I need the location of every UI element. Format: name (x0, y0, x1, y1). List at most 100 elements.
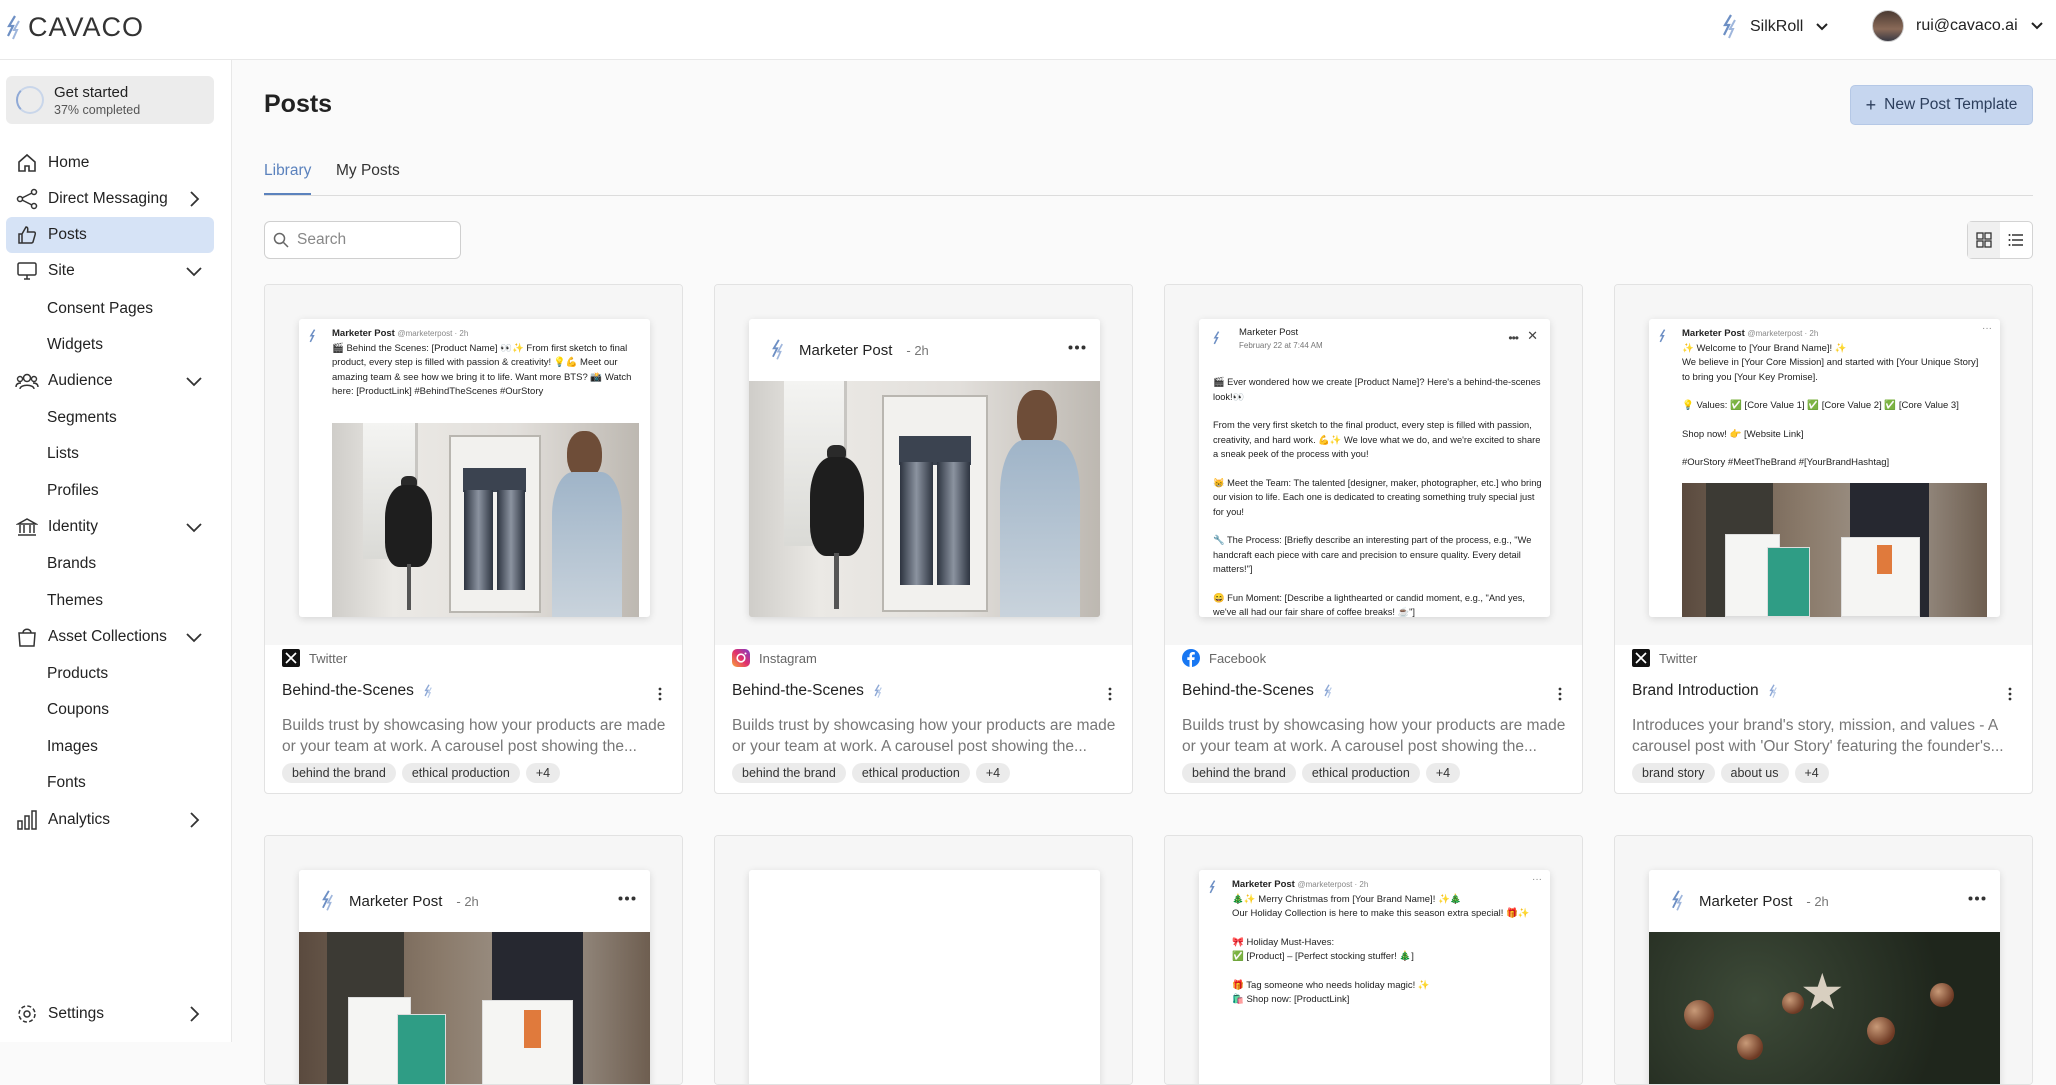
close-icon: ✕ (1527, 328, 1538, 343)
x-twitter-icon (282, 649, 300, 667)
sidebar-item-posts[interactable]: Posts (6, 217, 214, 253)
more-horizontal-icon (1968, 896, 1986, 901)
post-card[interactable] (714, 835, 1133, 1085)
tweet-line: Our Holiday Collection is here to make t… (1232, 908, 1530, 919)
new-post-template-button[interactable]: + New Post Template (1850, 85, 2033, 125)
grid-view-button[interactable] (1968, 222, 2000, 258)
post-card[interactable]: ··· Marketer Post @marketerpost · 2h ✨ W… (1614, 284, 2033, 794)
post-card[interactable]: Marketer Post - 2h ★ (1614, 835, 2033, 1085)
tag-more[interactable]: +4 (975, 763, 1011, 783)
cavaco-logo-icon (7, 14, 20, 39)
post-author: Marketer Post (349, 892, 443, 910)
search-icon (273, 232, 289, 248)
shopping-photo (1682, 483, 1987, 617)
sidebar-item-label: Asset Collections (48, 628, 167, 645)
get-started-widget[interactable]: Get started 37% completed (6, 76, 214, 124)
tweet-line: We believe in [Your Core Mission] and st… (1682, 357, 1979, 383)
get-started-title: Get started (54, 84, 129, 101)
chevron-right-icon (190, 812, 200, 828)
sidebar-item-themes[interactable]: Themes (47, 592, 103, 610)
sidebar-item-label: Site (48, 262, 75, 279)
brand-logo-icon (1672, 890, 1683, 911)
sidebar-item-audience[interactable]: Audience (6, 363, 214, 399)
tab-library[interactable]: Library (264, 162, 312, 195)
post-card[interactable]: Marketer Post February 22 at 7:44 AM •••… (1164, 284, 1583, 794)
chevron-down-icon (186, 267, 202, 277)
gear-icon (6, 1003, 48, 1025)
tag[interactable]: ethical production (851, 763, 970, 783)
more-vertical-icon[interactable] (658, 687, 662, 701)
sidebar-item-brands[interactable]: Brands (47, 555, 96, 573)
sidebar-item-settings[interactable]: Settings (6, 996, 214, 1032)
brand-logo-icon (874, 683, 882, 698)
tab-bar: Library My Posts (264, 160, 2033, 196)
view-toggle (1967, 221, 2033, 259)
tab-my-posts[interactable]: My Posts (336, 162, 400, 180)
instagram-icon (732, 649, 750, 667)
post-card[interactable]: Marketer Post @marketerpost · 2h 🎬 Behin… (264, 284, 683, 794)
sidebar-item-consent-pages[interactable]: Consent Pages (47, 300, 153, 318)
post-preview: Marketer Post - 2h ★ (1615, 836, 2032, 1084)
tweet-line: 🛍️ Shop now: [ProductLink] (1232, 994, 1350, 1005)
sidebar-item-label: Identity (48, 518, 98, 535)
sidebar-item-asset-collections[interactable]: Asset Collections (6, 619, 214, 655)
tag-list: behind the brand ethical production +4 (282, 763, 561, 783)
brand-logo-icon (322, 890, 333, 911)
sidebar-item-direct-messaging[interactable]: Direct Messaging (6, 181, 214, 217)
page-title: Posts (264, 90, 333, 118)
tweet-line: 💡 Values: ✅ [Core Value 1] ✅ [Core Value… (1682, 400, 1959, 411)
more-horizontal-icon: ••• (1508, 331, 1519, 345)
tag[interactable]: behind the brand (282, 763, 396, 783)
brand-logo-icon (424, 683, 432, 698)
tag[interactable]: about us (1720, 763, 1789, 783)
sidebar-item-profiles[interactable]: Profiles (47, 482, 99, 500)
more-vertical-icon[interactable] (1558, 687, 1562, 701)
tag[interactable]: behind the brand (732, 763, 846, 783)
plus-icon: + (1865, 95, 1877, 115)
sidebar-item-segments[interactable]: Segments (47, 409, 117, 427)
post-author: Marketer Post (799, 341, 893, 359)
brand-logo-icon (1209, 880, 1219, 901)
logo[interactable]: CAVACO (6, 12, 144, 43)
search-input[interactable] (297, 231, 447, 249)
post-card[interactable]: Marketer Post - 2h (264, 835, 683, 1085)
post-card[interactable]: Marketer Post - 2h Instagram Behind-the-… (714, 284, 1133, 794)
tag[interactable]: ethical production (401, 763, 520, 783)
tag[interactable]: brand story (1632, 763, 1715, 783)
sidebar-item-analytics[interactable]: Analytics (6, 802, 214, 838)
more-horizontal-icon (1068, 345, 1086, 350)
sidebar-item-images[interactable]: Images (47, 738, 98, 756)
sidebar-item-fonts[interactable]: Fonts (47, 774, 86, 792)
sidebar-item-site[interactable]: Site (6, 253, 214, 289)
post-card[interactable]: ··· Marketer Post @marketerpost · 2h 🎄✨ … (1164, 835, 1583, 1085)
card-title: Brand Introduction (1632, 682, 1778, 700)
fb-paragraph: 😸 Meet the Team: The talented [designer,… (1213, 477, 1542, 517)
platform-label: Instagram (732, 649, 817, 667)
facebook-icon (1182, 649, 1200, 667)
sidebar-item-widgets[interactable]: Widgets (47, 336, 103, 354)
list-view-button[interactable] (2000, 222, 2032, 258)
sidebar-item-coupons[interactable]: Coupons (47, 701, 109, 719)
tag-more[interactable]: +4 (1794, 763, 1829, 783)
more-vertical-icon[interactable] (2008, 687, 2012, 701)
sidebar-item-home[interactable]: Home (6, 145, 214, 181)
search-box[interactable] (264, 221, 461, 259)
tag-list: brand story about us +4 (1632, 763, 1829, 783)
tag-more[interactable]: +4 (525, 763, 561, 783)
post-preview-frame: Marketer Post - 2h (299, 870, 650, 1084)
brand-selector[interactable]: SilkRoll (1722, 14, 1829, 40)
sidebar-item-lists[interactable]: Lists (47, 445, 79, 463)
brand-selector-label: SilkRoll (1750, 18, 1804, 35)
user-menu[interactable]: rui@cavaco.ai (1872, 10, 2044, 42)
tag[interactable]: behind the brand (1182, 763, 1296, 783)
tag-more[interactable]: +4 (1425, 763, 1461, 783)
tag-list: behind the brand ethical production +4 (1182, 763, 1461, 783)
tweet-author: Marketer Post (1682, 328, 1745, 339)
tag[interactable]: ethical production (1301, 763, 1420, 783)
brand-logo-icon (1213, 331, 1223, 352)
post-preview: Marketer Post - 2h (265, 836, 682, 1084)
tweet-handle: @marketerpost · 2h (1747, 329, 1819, 338)
sidebar-item-products[interactable]: Products (47, 665, 108, 683)
more-vertical-icon[interactable] (1108, 687, 1112, 701)
sidebar-item-identity[interactable]: Identity (6, 509, 214, 545)
